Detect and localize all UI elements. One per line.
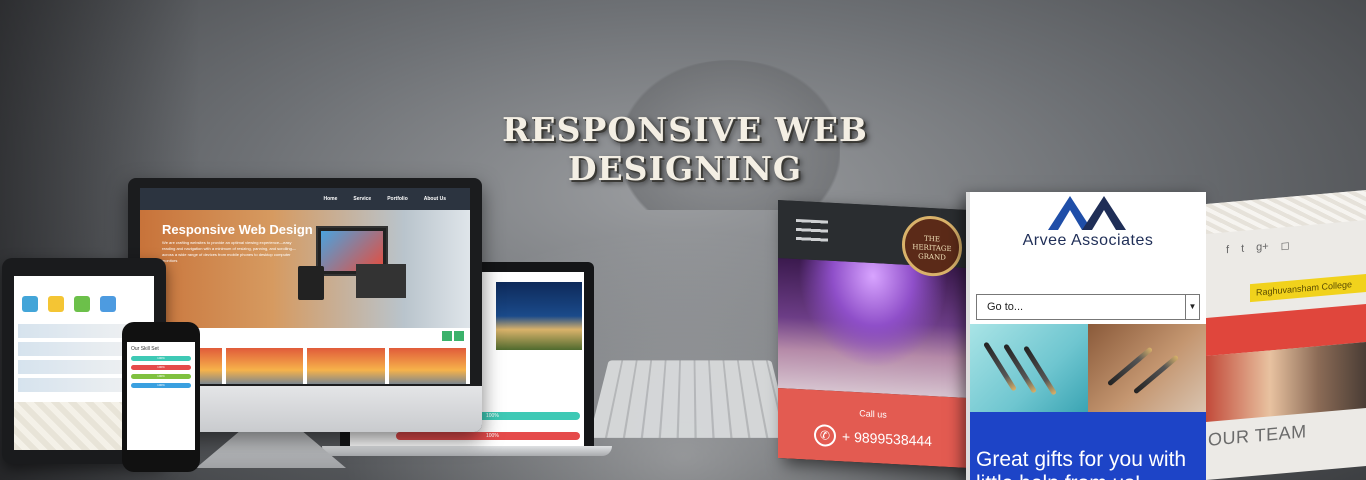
arvee-select-value: Go to... [987, 301, 1024, 313]
phone-bar-2: 100% [131, 365, 191, 370]
arvee-header: Arvee Associates [970, 192, 1206, 294]
nav-home: Home [323, 196, 338, 202]
instagram-icon: ◻ [1280, 239, 1290, 253]
imac-hero-text: We are crafting websites to provide an o… [162, 240, 296, 263]
imac-hero: Responsive Web Design We are crafting we… [140, 210, 470, 328]
arvee-mobile-screen: Arvee Associates Go to... ▼ Great gifts … [966, 192, 1206, 480]
phone-bar-4: 100% [131, 383, 191, 388]
arvee-tagline: Great gifts for you with little help fro… [970, 412, 1206, 480]
heritage-header: THE HERITAGE GRAND [778, 200, 968, 278]
imac-navbar: Home Service Portfolio About Us [140, 188, 470, 210]
phone-screen: Our Skill Set 100% 100% 100% 100% [127, 342, 195, 450]
phone-bar-3: 100% [131, 374, 191, 379]
nav-about: About Us [423, 196, 446, 202]
pens-image-2 [1088, 324, 1206, 412]
pens-image-1 [970, 324, 1088, 412]
heritage-phone-number: + 9899538444 [842, 428, 932, 450]
banner-headline: RESPONSIVE WEB DESIGNING [502, 110, 868, 188]
laptop-hotel-image [496, 282, 582, 350]
arvee-goto-select: Go to... ▼ [976, 294, 1200, 320]
wrench-icon [22, 296, 38, 312]
heritage-phone-row: ✆ + 9899538444 [778, 422, 968, 454]
chevron-right-icon [454, 331, 464, 341]
hero-banner: RESPONSIVE WEB DESIGNING 100% 100% Home … [0, 0, 1366, 480]
arvee-product-slider [970, 324, 1206, 412]
facebook-icon: f [1226, 243, 1230, 257]
google-plus-icon: g+ [1256, 240, 1269, 254]
phone-icon: ✆ [814, 423, 837, 448]
college-mobile-screen: f t g+ ◻ Raghuvansham College OUR TEAM [1206, 190, 1366, 480]
nav-portfolio: Portfolio [387, 196, 408, 202]
menu-icon [796, 218, 828, 243]
college-team-photo [1206, 342, 1366, 422]
imac-devices-illustration [298, 226, 408, 306]
phone-skill-title: Our Skill Set [131, 346, 159, 352]
heritage-banquet-photo [778, 258, 968, 398]
twitter-icon: t [1241, 242, 1245, 255]
grid-icon [74, 296, 90, 312]
laptop-base [322, 446, 612, 456]
imac-stand [196, 430, 346, 468]
heritage-mobile-screen: THE HERITAGE GRAND Call us ✆ + 989953844… [778, 200, 968, 468]
phone-device: Our Skill Set 100% 100% 100% 100% [122, 322, 200, 472]
laptop-bar-2: 100% [396, 432, 580, 440]
chevron-down-icon: ▼ [1185, 295, 1199, 319]
background-keyboard [589, 360, 791, 438]
phone-bar-1: 100% [131, 356, 191, 361]
imac-hero-title: Responsive Web Design [162, 222, 313, 237]
call-us-label: Call us [859, 408, 887, 420]
nav-service: Service [353, 196, 372, 202]
chevron-left-icon [442, 331, 452, 341]
college-name-badge: Raghuvansham College [1250, 273, 1366, 303]
film-icon [48, 296, 64, 312]
edit-icon [100, 296, 116, 312]
heritage-call-section: Call us ✆ + 9899538444 [778, 388, 968, 468]
tablet-service-icons [14, 276, 154, 320]
arvee-company-name: Arvee Associates [1022, 232, 1154, 249]
college-team-heading: OUR TEAM [1208, 421, 1307, 450]
